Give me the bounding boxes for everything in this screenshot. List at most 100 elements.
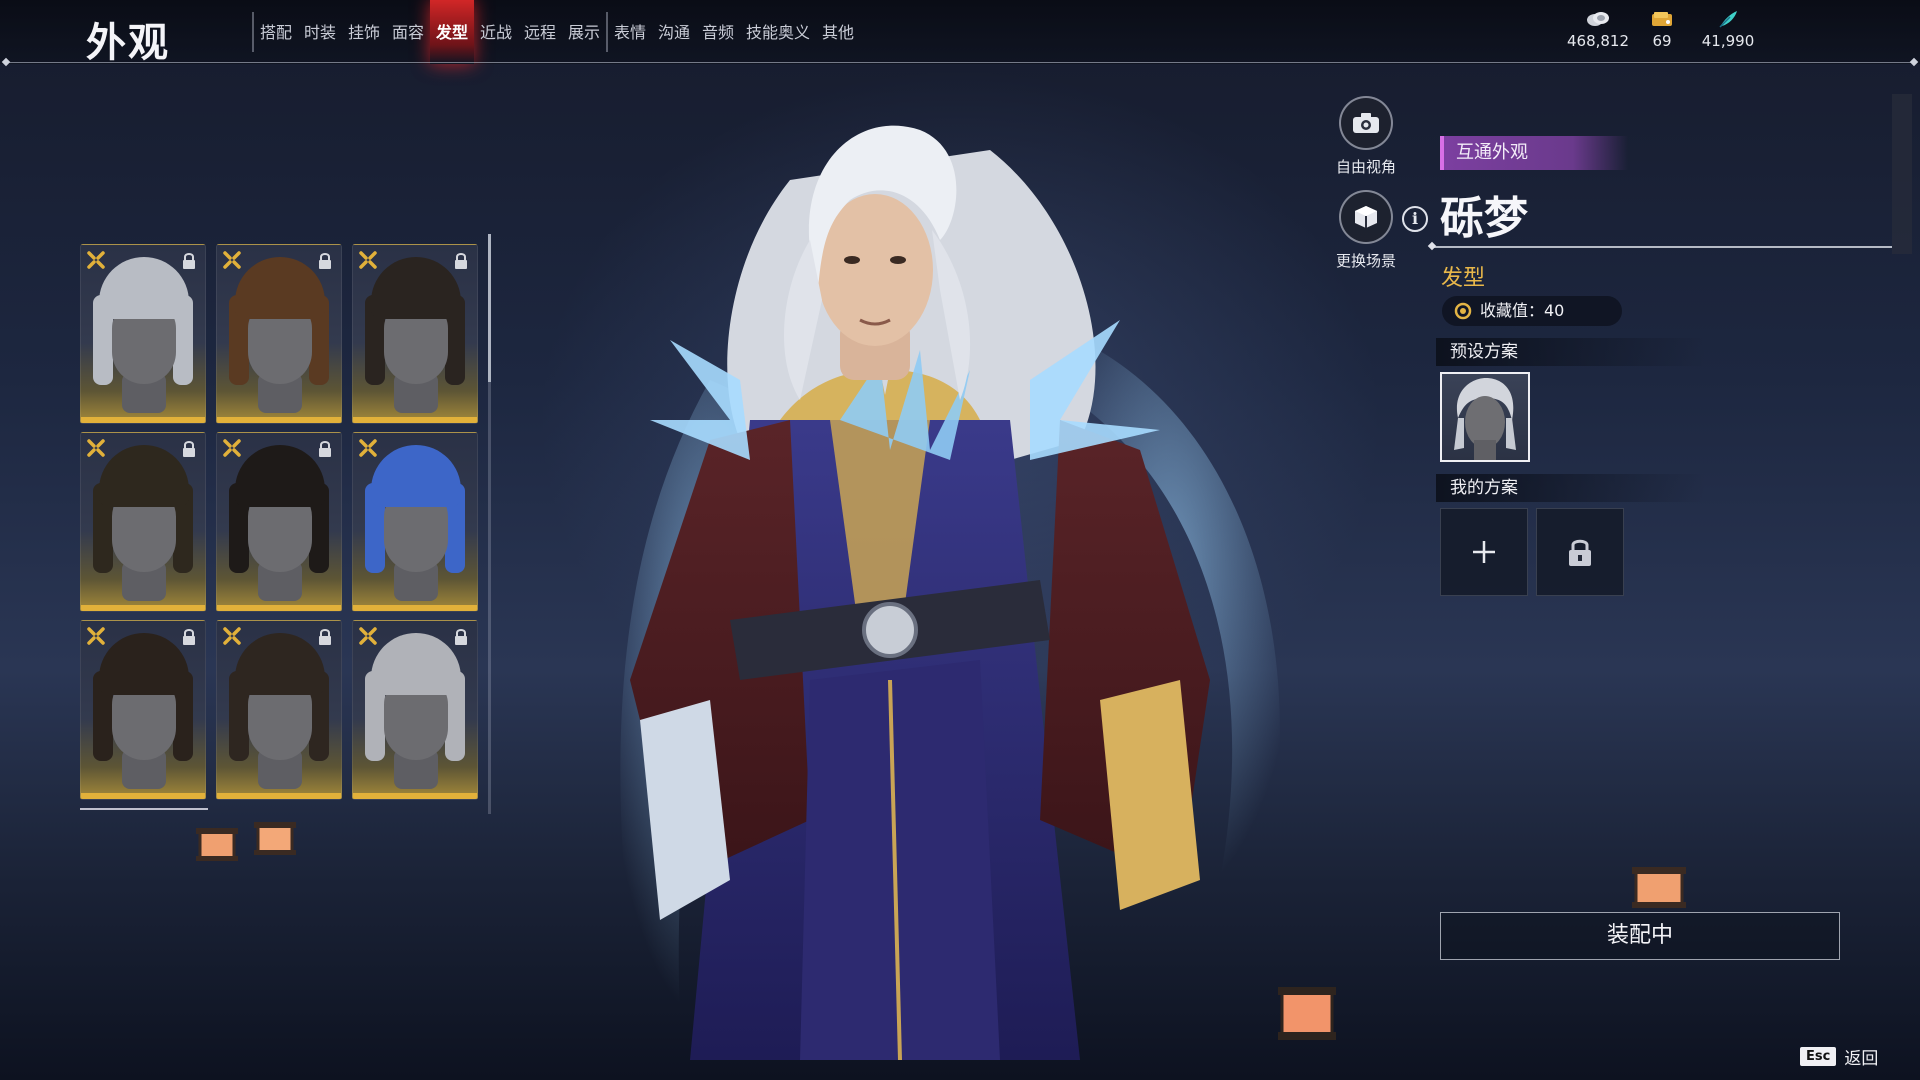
tab-emote[interactable]: 表情	[612, 18, 648, 48]
lantern-icon	[254, 822, 296, 855]
hair-shape	[235, 445, 325, 507]
name-divider	[1432, 246, 1892, 248]
lock-icon	[319, 441, 331, 457]
back-label: 返回	[1844, 1048, 1879, 1069]
ticket-icon	[1652, 12, 1672, 26]
esc-key: Esc	[1800, 1046, 1837, 1066]
hairstyle-8-card[interactable]	[216, 620, 342, 800]
grid-scrollbar-thumb[interactable]	[488, 234, 491, 382]
hairstyle-5-card[interactable]	[216, 432, 342, 612]
equip-status-button[interactable]: 装配中	[1440, 912, 1840, 960]
lock-icon	[455, 253, 467, 269]
lock-icon	[183, 441, 195, 457]
preset-section-header: 预设方案	[1436, 338, 1706, 366]
character-model[interactable]	[560, 120, 1320, 1080]
hair-shape	[99, 445, 189, 507]
collection-swirl-icon	[1454, 302, 1472, 320]
collection-value-badge: 收藏值：40	[1442, 296, 1622, 326]
collection-value: 收藏值：40	[1480, 301, 1565, 320]
hair-shape	[371, 633, 461, 695]
hairstyle-2-card[interactable]	[216, 244, 342, 424]
change-scene-label: 更换场景	[1335, 252, 1396, 270]
rarity-badge-icon	[359, 627, 377, 645]
rarity-bar	[353, 793, 477, 799]
hair-shape	[235, 257, 325, 319]
currency-feathers: 41,990	[1688, 10, 1768, 50]
lock-icon	[183, 629, 195, 645]
lock-icon	[455, 629, 467, 645]
hair-shape	[99, 257, 189, 319]
hairstyle-4-card[interactable]	[80, 432, 206, 612]
scene-cube-icon	[1339, 190, 1393, 244]
lantern-icon	[196, 828, 238, 861]
coin-stack-icon	[1587, 12, 1609, 26]
rarity-bar	[81, 417, 205, 423]
hair-shape	[371, 445, 461, 507]
rarity-badge-icon	[223, 439, 241, 457]
hair-shape	[371, 257, 461, 319]
rarity-bar	[217, 793, 341, 799]
rarity-badge-icon	[359, 251, 377, 269]
tab-hairstyle[interactable]: 发型	[434, 18, 470, 48]
locked-plan-slot[interactable]	[1536, 508, 1624, 596]
hairstyle-9-card[interactable]	[352, 620, 478, 800]
tab-skill-ultimate[interactable]: 技能奥义	[744, 18, 812, 48]
my-section-header: 我的方案	[1436, 474, 1706, 502]
free-view-button[interactable]: 自由视角	[1330, 96, 1402, 177]
camera-icon	[1339, 96, 1393, 150]
tab-other[interactable]: 其他	[820, 18, 856, 48]
hairstyle-preview-icon	[1454, 378, 1516, 460]
feathers-value: 41,990	[1701, 32, 1755, 50]
free-view-label: 自由视角	[1335, 158, 1396, 176]
add-plan-button[interactable]	[1440, 508, 1528, 596]
top-bar-divider	[6, 62, 1914, 63]
tab-accessory[interactable]: 挂饰	[346, 18, 382, 48]
rarity-badge-icon	[87, 439, 105, 457]
rarity-badge-icon	[359, 439, 377, 457]
rarity-bar	[217, 417, 341, 423]
rarity-bar	[81, 793, 205, 799]
preset-thumbnail[interactable]	[1440, 372, 1530, 462]
tab-ranged[interactable]: 远程	[522, 18, 558, 48]
change-scene-button[interactable]: 更换场景	[1330, 190, 1402, 271]
back-button[interactable]: Esc 返回	[1800, 1044, 1879, 1069]
hairstyle-7-card[interactable]	[80, 620, 206, 800]
tab-divider	[606, 12, 608, 52]
panel-scrollbar[interactable]	[1892, 94, 1912, 254]
hairstyle-6-card[interactable]	[352, 432, 478, 612]
rarity-bar	[217, 605, 341, 611]
tab-display[interactable]: 展示	[566, 18, 602, 48]
tab-costume[interactable]: 时装	[302, 18, 338, 48]
grid-selection-underline	[80, 808, 208, 810]
rarity-badge-icon	[87, 251, 105, 269]
feather-icon	[1719, 11, 1737, 28]
page-title: 外观	[86, 20, 170, 66]
info-icon[interactable]: i	[1402, 206, 1428, 232]
rarity-bar	[81, 605, 205, 611]
tab-outfit-set[interactable]: 搭配	[258, 18, 294, 48]
item-category: 发型	[1441, 266, 1486, 291]
hair-shape	[235, 633, 325, 695]
plus-icon	[1473, 541, 1495, 563]
hair-shape	[99, 633, 189, 695]
rarity-badge-icon	[223, 251, 241, 269]
rarity-badge-icon	[223, 627, 241, 645]
lock-icon	[319, 629, 331, 645]
tab-face[interactable]: 面容	[390, 18, 426, 48]
rarity-bar	[353, 417, 477, 423]
lantern-icon	[1278, 987, 1336, 1040]
hairstyle-3-card[interactable]	[352, 244, 478, 424]
lock-icon	[319, 253, 331, 269]
tab-audio[interactable]: 音频	[700, 18, 736, 48]
lock-icon	[183, 253, 195, 269]
rarity-bar	[353, 605, 477, 611]
item-name: 砾梦	[1440, 193, 1528, 244]
crossplay-tag: 互通外观	[1440, 136, 1628, 170]
title-divider	[252, 12, 254, 52]
rarity-badge-icon	[87, 627, 105, 645]
lantern-icon	[1632, 867, 1686, 908]
tab-communication[interactable]: 沟通	[656, 18, 692, 48]
hairstyle-1-card[interactable]	[80, 244, 206, 424]
lock-icon	[1569, 539, 1591, 566]
tab-melee[interactable]: 近战	[478, 18, 514, 48]
